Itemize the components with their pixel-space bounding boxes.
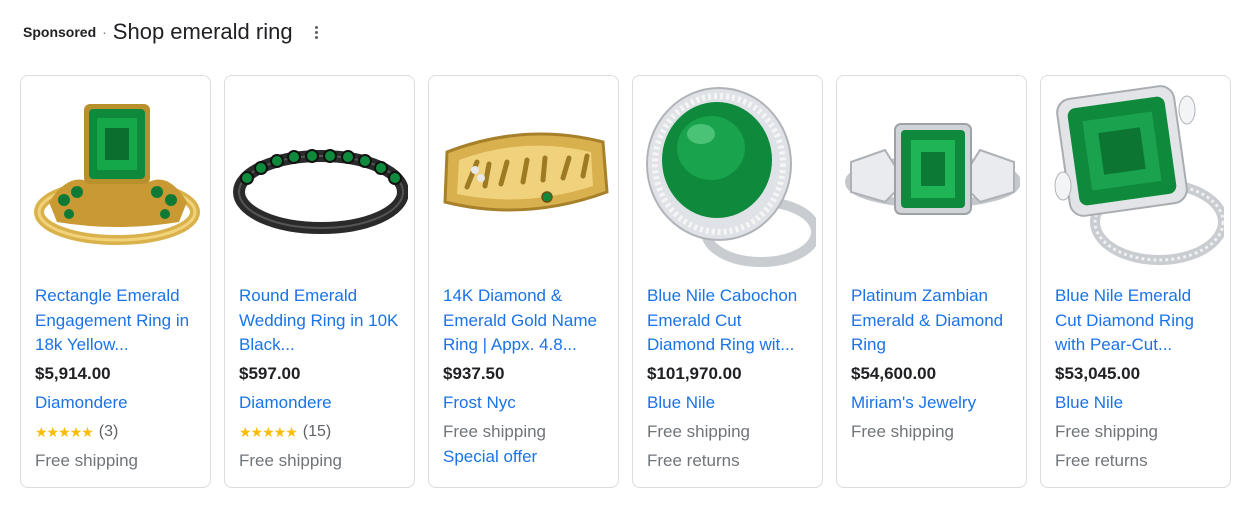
merchant-name[interactable]: Blue Nile <box>1055 392 1222 414</box>
product-card[interactable]: 14K Diamond & Emerald Gold Name Ring | A… <box>428 75 619 488</box>
product-rating: ★★★★★ (15) <box>239 421 406 443</box>
product-price: $53,045.00 <box>1055 364 1141 383</box>
shipping-info: Free shipping <box>851 422 955 441</box>
merchant-name[interactable]: Frost Nyc <box>443 392 610 414</box>
product-card[interactable]: Platinum Zambian Emerald & Diamond Ring … <box>836 75 1027 488</box>
product-card[interactable]: Round Emerald Wedding Ring in 10K Black.… <box>224 75 415 488</box>
product-card[interactable]: Rectangle Emerald Engagement Ring in 18k… <box>20 75 211 488</box>
product-price: $597.00 <box>239 364 301 383</box>
product-image[interactable] <box>233 82 408 272</box>
returns-info: Free returns <box>1055 451 1148 470</box>
product-price: $937.50 <box>443 364 505 383</box>
product-title[interactable]: Rectangle Emerald Engagement Ring in 18k… <box>35 284 202 358</box>
product-title[interactable]: Round Emerald Wedding Ring in 10K Black.… <box>239 284 406 358</box>
sponsored-label: Sponsored <box>23 24 97 40</box>
rating-stars-icon: ★★★★★ <box>35 424 94 440</box>
rating-stars-icon: ★★★★★ <box>239 424 298 440</box>
shipping-info: Free shipping <box>647 422 751 441</box>
product-price: $54,600.00 <box>851 364 937 383</box>
gold-name-ring-image <box>443 132 609 212</box>
product-carousel: Rectangle Emerald Engagement Ring in 18k… <box>20 75 1231 488</box>
emerald-band-black-image <box>233 149 408 234</box>
header-separator: · <box>102 24 107 40</box>
ads-title: Shop emerald ring <box>112 19 293 44</box>
product-title[interactable]: 14K Diamond & Emerald Gold Name Ring | A… <box>443 284 610 358</box>
product-rating: ★★★★★ (3) <box>35 421 202 443</box>
product-card[interactable]: Blue Nile Cabochon Emerald Cut Diamond R… <box>632 75 823 488</box>
merchant-name[interactable]: Blue Nile <box>647 392 814 414</box>
emerald-ring-gold-image <box>34 104 200 245</box>
merchant-name[interactable]: Diamondere <box>35 392 202 414</box>
product-image[interactable] <box>845 82 1020 272</box>
shipping-info: Free shipping <box>35 451 139 470</box>
product-price: $5,914.00 <box>35 364 111 383</box>
shipping-info: Free shipping <box>239 451 343 470</box>
merchant-name[interactable]: Diamondere <box>239 392 406 414</box>
returns-info: Free returns <box>647 451 740 470</box>
product-title[interactable]: Blue Nile Cabochon Emerald Cut Diamond R… <box>647 284 814 358</box>
more-options-icon[interactable] <box>305 20 329 44</box>
merchant-name[interactable]: Miriam's Jewelry <box>851 392 1018 414</box>
shipping-info: Free shipping <box>1055 422 1159 441</box>
cabochon-emerald-ring-image <box>646 87 816 267</box>
product-card[interactable]: Blue Nile Emerald Cut Diamond Ring with … <box>1040 75 1231 488</box>
rating-count: (3) <box>98 423 119 440</box>
product-image[interactable] <box>437 82 612 272</box>
rating-count: (15) <box>302 423 332 440</box>
product-image[interactable] <box>641 82 816 272</box>
product-image[interactable] <box>29 82 204 272</box>
special-offer-link[interactable]: Special offer <box>443 446 610 468</box>
product-title[interactable]: Platinum Zambian Emerald & Diamond Ring <box>851 284 1018 358</box>
platinum-emerald-ring-image <box>845 123 1020 215</box>
ads-header: Sponsored · Shop emerald ring <box>23 14 329 50</box>
product-image[interactable] <box>1049 82 1224 272</box>
emerald-cut-pear-ring-image <box>1054 85 1224 265</box>
shipping-info: Free shipping <box>443 422 547 441</box>
product-price: $101,970.00 <box>647 364 742 383</box>
product-title[interactable]: Blue Nile Emerald Cut Diamond Ring with … <box>1055 284 1222 358</box>
